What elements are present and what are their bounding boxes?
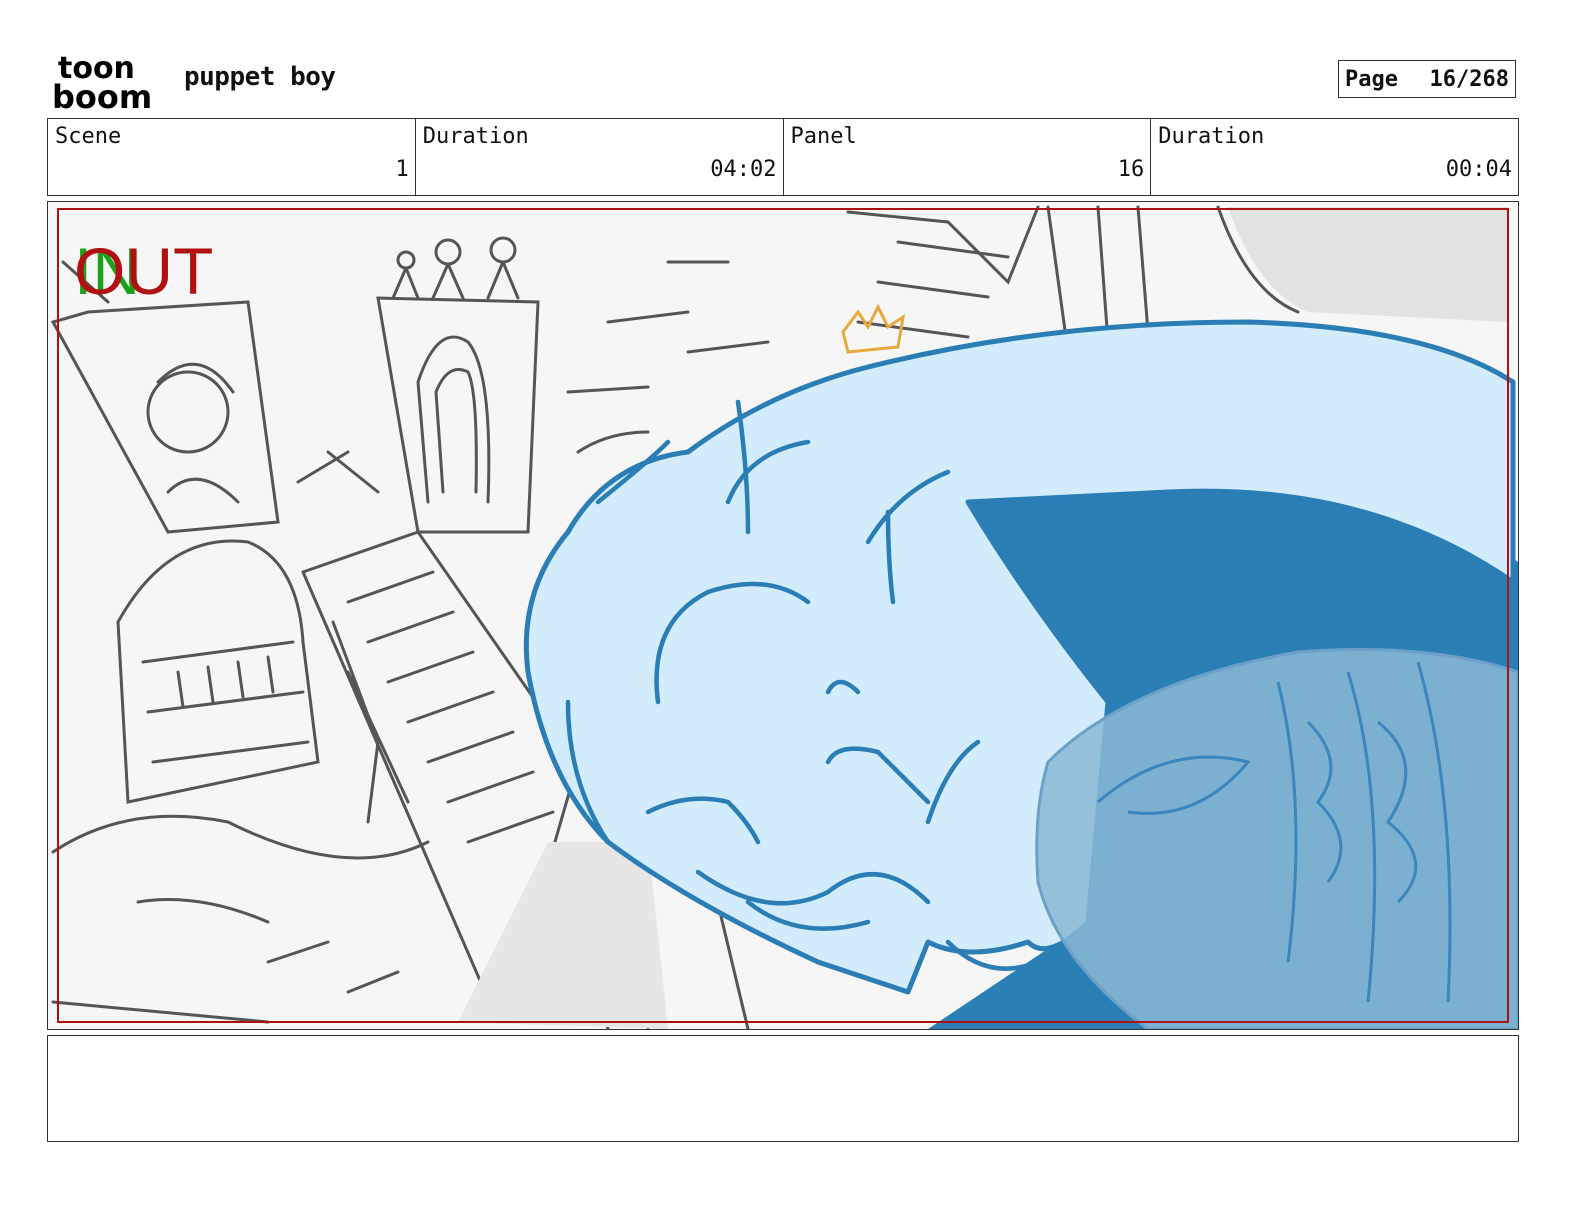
- panel-duration-cell: Duration 00:04: [1151, 119, 1518, 195]
- panel-duration-label: Duration: [1158, 124, 1265, 149]
- page-label: Page: [1345, 66, 1398, 92]
- storyboard-panel-image: IN OUT: [47, 201, 1519, 1030]
- scene-cell: Scene 1: [48, 119, 416, 195]
- scene-value: 1: [395, 157, 409, 182]
- toonboom-logo: toon boom: [52, 52, 152, 110]
- panel-duration-value: 00:04: [1445, 157, 1512, 182]
- scene-duration-label: Duration: [422, 124, 529, 149]
- page-indicator: Page 16/268: [1338, 60, 1516, 98]
- scene-label: Scene: [55, 124, 122, 149]
- panel-label: Panel: [790, 124, 857, 149]
- project-title: puppet boy: [184, 62, 336, 92]
- background-shade: [1228, 207, 1508, 322]
- scene-duration-value: 04:02: [710, 157, 777, 182]
- logo-bottom-text: boom: [52, 78, 152, 110]
- page-number: 16/268: [1429, 66, 1509, 92]
- panel-info-row: Scene 1 Duration 04:02 Panel 16 Duration…: [47, 118, 1519, 196]
- out-mark: OUT: [74, 234, 214, 308]
- panel-notes-area[interactable]: [47, 1035, 1519, 1142]
- panel-cell: Panel 16: [784, 119, 1152, 195]
- storyboard-sketch: [50, 205, 1518, 1029]
- panel-value: 16: [1117, 157, 1145, 182]
- crown-sketch: [841, 303, 906, 354]
- scene-duration-cell: Duration 04:02: [416, 119, 784, 195]
- floor-shade: [458, 842, 668, 1029]
